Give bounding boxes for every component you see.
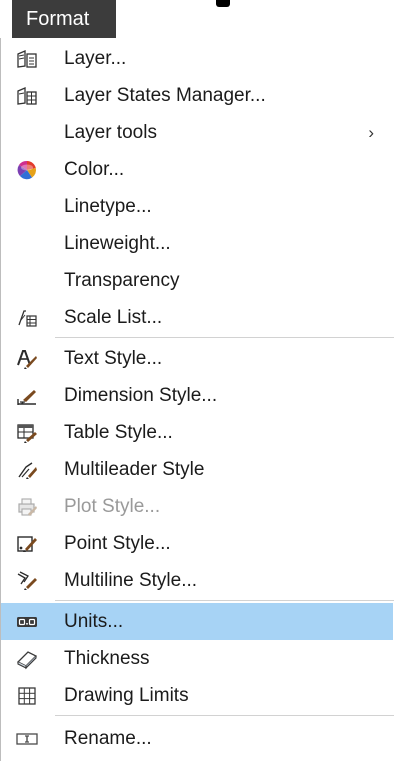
menu-item-thickness[interactable]: Thickness bbox=[1, 640, 393, 677]
menu-item-label: Dimension Style... bbox=[64, 385, 218, 406]
menu-item-table-style[interactable]: Table Style... bbox=[1, 414, 393, 451]
menu-item-label: Linetype... bbox=[64, 196, 152, 217]
drawing-limits-icon bbox=[18, 687, 36, 705]
menu-item-scale-list[interactable]: Scale List... bbox=[1, 299, 393, 336]
menu-item-plot-style[interactable]: Plot Style... bbox=[1, 488, 393, 525]
menu-item-label: Layer tools bbox=[64, 122, 157, 143]
menu-item-label: Table Style... bbox=[64, 422, 173, 443]
menu-separator bbox=[55, 715, 394, 716]
menu-item-label: Thickness bbox=[64, 648, 150, 669]
menu-item-rename[interactable]: Rename... bbox=[1, 720, 393, 757]
submenu-arrow-icon: › bbox=[368, 123, 374, 142]
menu-item-label: Multiline Style... bbox=[64, 570, 198, 591]
menu-item-label: Plot Style... bbox=[64, 496, 161, 517]
color-wheel-icon bbox=[17, 160, 37, 180]
menu-item-units[interactable]: Units... bbox=[1, 603, 393, 640]
multileader-style-icon bbox=[18, 462, 37, 479]
menu-item-lineweight[interactable]: Lineweight... bbox=[1, 225, 393, 262]
plot-style-icon bbox=[18, 498, 37, 516]
menu-item-label: Color... bbox=[64, 159, 125, 180]
menu-item-layer[interactable]: Layer... bbox=[1, 40, 393, 77]
menubar-format[interactable]: Format bbox=[12, 0, 116, 38]
scale-list-icon bbox=[18, 310, 37, 327]
menu-separator bbox=[55, 337, 394, 338]
menu-item-label: Text Style... bbox=[64, 348, 163, 369]
units-icon bbox=[17, 617, 37, 627]
menu-item-dimension-style[interactable]: Dimension Style... bbox=[1, 377, 393, 414]
menu-item-layer-tools[interactable]: Layer tools › bbox=[1, 114, 393, 151]
text-style-icon bbox=[17, 350, 37, 369]
dimension-style-icon bbox=[17, 390, 36, 405]
menu-separator bbox=[55, 600, 394, 601]
menu-item-color[interactable]: Color... bbox=[1, 151, 393, 188]
layer-states-icon bbox=[17, 87, 37, 105]
menu-item-linetype[interactable]: Linetype... bbox=[1, 188, 393, 225]
menu-item-transparency[interactable]: Transparency bbox=[1, 262, 393, 299]
menu-item-text-style[interactable]: Text Style... bbox=[1, 340, 393, 377]
menu-item-label: Units... bbox=[64, 611, 124, 632]
menu-item-label: Multileader Style bbox=[64, 459, 205, 480]
menu-item-label: Point Style... bbox=[64, 533, 171, 554]
layer-properties-icon bbox=[17, 50, 37, 68]
tab-top-fragment bbox=[216, 0, 230, 7]
menu-item-label: Layer... bbox=[64, 48, 127, 69]
menu-item-label: Transparency bbox=[64, 270, 180, 291]
menu-item-label: Drawing Limits bbox=[64, 685, 189, 706]
menu-item-point-style[interactable]: Point Style... bbox=[1, 525, 393, 562]
thickness-icon bbox=[16, 651, 38, 670]
rename-icon bbox=[16, 733, 38, 745]
menu-item-label: Lineweight... bbox=[64, 233, 171, 254]
point-style-icon bbox=[17, 536, 37, 552]
menu-item-label: Scale List... bbox=[64, 307, 163, 328]
menu-item-drawing-limits[interactable]: Drawing Limits bbox=[1, 677, 393, 714]
format-menu-screen: Format Layer... Layer States Manager... … bbox=[0, 0, 394, 761]
menu-item-layer-states-manager[interactable]: Layer States Manager... bbox=[1, 77, 393, 114]
menubar: Format bbox=[0, 0, 394, 38]
menu-item-label: Layer States Manager... bbox=[64, 85, 266, 106]
table-style-icon bbox=[17, 424, 37, 443]
menu-item-label: Rename... bbox=[64, 728, 152, 749]
menu-item-multileader-style[interactable]: Multileader Style bbox=[1, 451, 393, 488]
menu-item-multiline-style[interactable]: Multiline Style... bbox=[1, 562, 393, 599]
format-dropdown-menu: Layer... Layer States Manager... Layer t… bbox=[0, 38, 394, 761]
multiline-style-icon bbox=[17, 571, 37, 590]
